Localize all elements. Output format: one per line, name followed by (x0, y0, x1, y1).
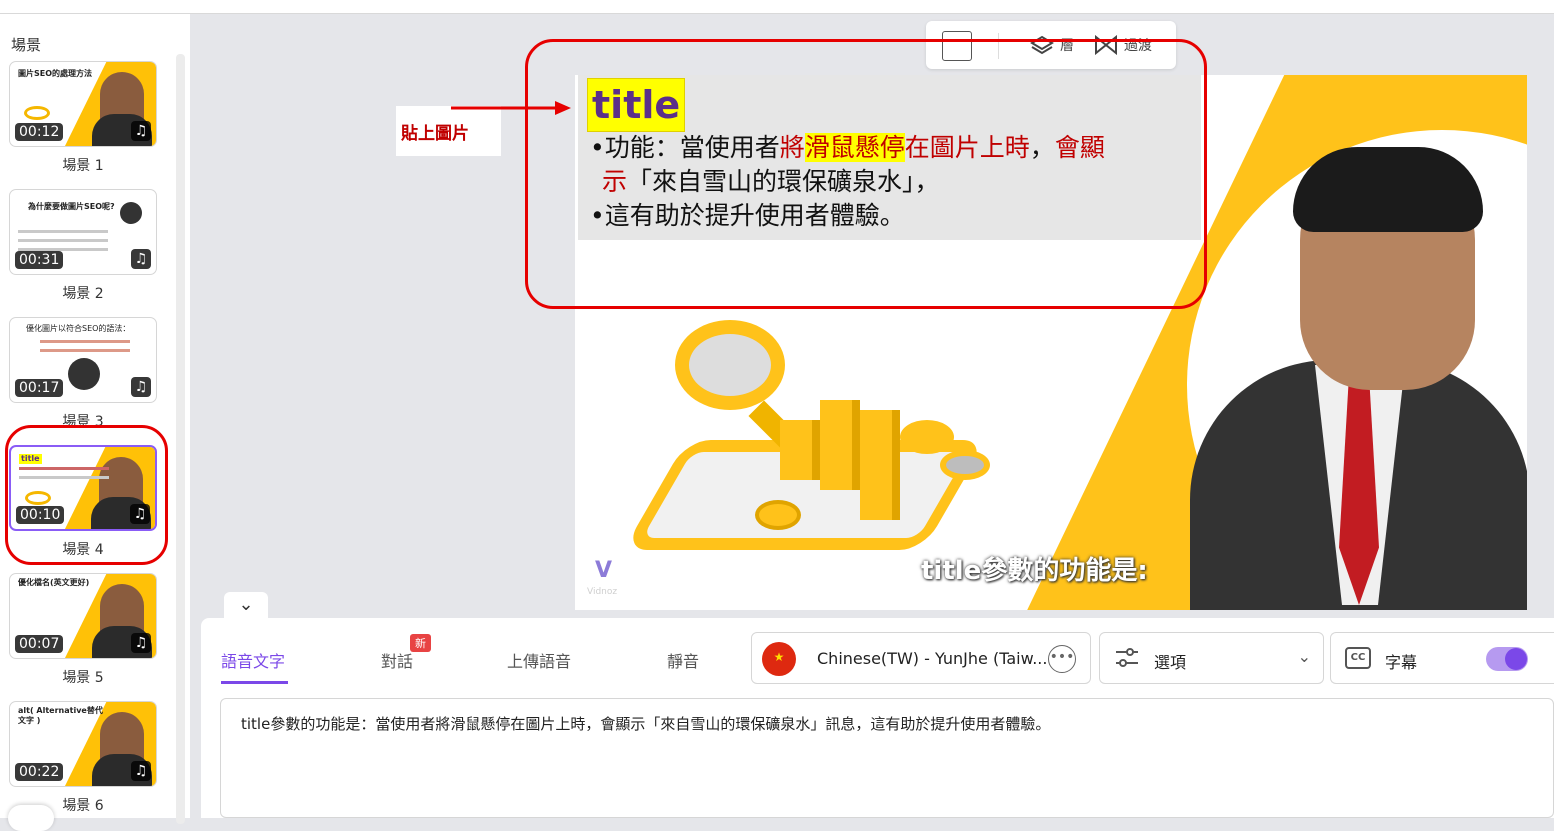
collapse-panel-button[interactable]: ⌄ (224, 592, 268, 620)
new-badge: 新 (410, 634, 431, 652)
help-bubble[interactable] (8, 805, 54, 831)
scene-duration: 00:31 (15, 251, 64, 269)
china-flag-icon: ★ (762, 642, 796, 676)
tab-upload-audio[interactable]: 上傳語音 (507, 648, 571, 672)
annotation-highlight-slide (525, 39, 1207, 309)
vidnoz-logo-icon: V (595, 558, 613, 583)
scene-sidebar: 場景 圖片SEO的處理方法 00:12 ♫ 場景 1 為什麼要做圖片SEO呢? … (0, 14, 190, 824)
chevron-down-icon: ⌄ (238, 594, 254, 615)
music-icon[interactable]: ♫ (131, 377, 151, 397)
chevron-down-icon: ⌄ (1297, 647, 1311, 666)
sidebar-title: 場景 (11, 36, 42, 54)
annotation-highlight-scene (5, 425, 168, 565)
more-options-icon[interactable]: ••• (1048, 645, 1076, 673)
subtitle-caption: title參數的功能是: (921, 556, 1148, 586)
thumb-title: alt( Alternative替代文字 ) (18, 706, 103, 725)
thumb-title: 優化檔名(英文更好) (18, 578, 90, 587)
scene-duration: 00:07 (15, 635, 64, 653)
scene-card-5[interactable]: 優化檔名(英文更好) 00:07 ♫ 場景 5 (9, 573, 157, 687)
voice-name: Chinese(TW) - YunJhe (Taiw... (817, 649, 1048, 668)
subtitle-toggle[interactable] (1486, 647, 1528, 671)
tab-voice-text[interactable]: 語音文字 (221, 648, 285, 672)
tab-dialogue[interactable]: 對話 (381, 648, 413, 672)
scene-duration: 00:22 (15, 763, 64, 781)
script-text: title參數的功能是：當使用者將滑鼠懸停在圖片上時，會顯示「來自雪山的環保礦泉… (241, 715, 1051, 733)
voice-selector[interactable]: ★ Chinese(TW) - YunJhe (Taiw... ••• (751, 632, 1091, 684)
annotation-note: 貼上圖片 (401, 124, 469, 144)
logo-text: Vidnoz (587, 587, 618, 597)
music-icon[interactable]: ♫ (131, 761, 151, 781)
music-icon[interactable]: ♫ (131, 249, 151, 269)
sliders-icon (1116, 648, 1138, 667)
scene-label: 場景 2 (62, 286, 104, 302)
scene-thumbnail[interactable]: 優化圖片以符合SEO的語法： 00:17 ♫ (9, 317, 157, 403)
options-dropdown[interactable]: 選項 ⌄ (1099, 632, 1324, 684)
thumb-title: 優化圖片以符合SEO的語法： (26, 324, 131, 333)
scene-card-3[interactable]: 優化圖片以符合SEO的語法： 00:17 ♫ 場景 3 (9, 317, 157, 431)
subtitle-control: CC 字幕 (1330, 632, 1554, 684)
active-tab-underline (221, 681, 288, 684)
thumb-title: 圖片SEO的處理方法 (18, 69, 93, 78)
key-icon (24, 106, 50, 120)
avatar (68, 358, 100, 390)
sidebar-scrollbar[interactable] (176, 54, 185, 824)
music-icon[interactable]: ♫ (131, 121, 151, 141)
script-panel: 語音文字 對話 新 上傳語音 靜音 ★ Chinese(TW) - YunJhe… (201, 618, 1554, 818)
annotation-arrow-icon (451, 101, 571, 115)
scene-duration: 00:12 (15, 123, 64, 141)
cc-icon: CC (1345, 647, 1371, 669)
scene-label: 場景 1 (62, 158, 104, 174)
tab-mute[interactable]: 靜音 (667, 648, 699, 672)
scene-card-6[interactable]: alt( Alternative替代文字 ) 00:22 ♫ 場景 6 (9, 701, 157, 815)
scene-thumbnail[interactable]: alt( Alternative替代文字 ) 00:22 ♫ (9, 701, 157, 787)
avatar (120, 202, 142, 224)
scene-label: 場景 5 (62, 670, 104, 686)
search-illustration (623, 320, 995, 570)
scene-duration: 00:17 (15, 379, 64, 397)
script-textarea[interactable]: title參數的功能是：當使用者將滑鼠懸停在圖片上時，會顯示「來自雪山的環保礦泉… (220, 698, 1554, 818)
options-label: 選項 (1154, 653, 1187, 672)
scene-card-2[interactable]: 為什麼要做圖片SEO呢? 00:31 ♫ 場景 2 (9, 189, 157, 303)
top-bar (0, 0, 1554, 14)
scene-thumbnail[interactable]: 圖片SEO的處理方法 00:12 ♫ (9, 61, 157, 147)
scene-card-1[interactable]: 圖片SEO的處理方法 00:12 ♫ 場景 1 (9, 61, 157, 175)
scene-thumbnail[interactable]: 優化檔名(英文更好) 00:07 ♫ (9, 573, 157, 659)
subtitle-label: 字幕 (1385, 653, 1418, 672)
scene-thumbnail[interactable]: 為什麼要做圖片SEO呢? 00:31 ♫ (9, 189, 157, 275)
music-icon[interactable]: ♫ (131, 633, 151, 653)
